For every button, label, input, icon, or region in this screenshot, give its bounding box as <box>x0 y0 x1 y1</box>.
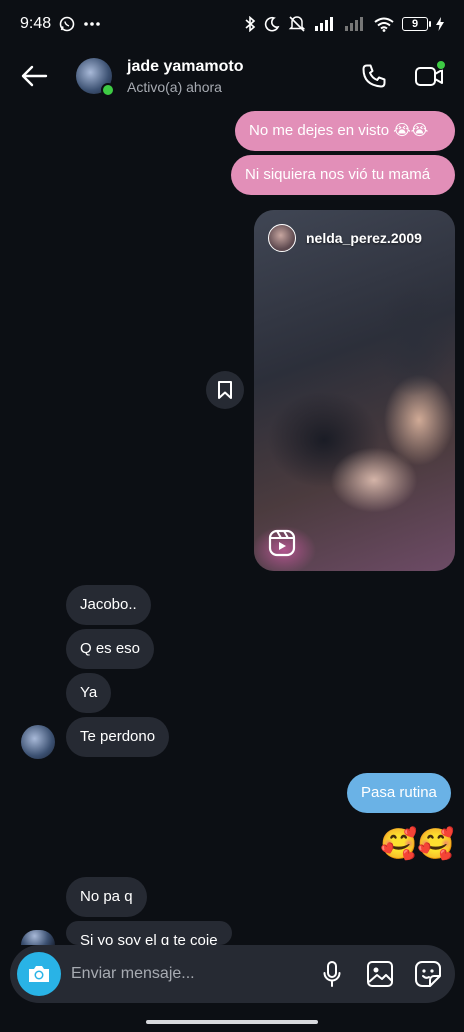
shared-reel[interactable]: nelda_perez.2009 <box>254 210 455 571</box>
message-incoming[interactable]: Jacobo.. <box>66 585 151 625</box>
reels-icon <box>268 529 296 557</box>
online-indicator <box>101 83 115 97</box>
reel-author[interactable]: nelda_perez.2009 <box>268 224 422 252</box>
active-dot <box>436 60 446 70</box>
reel-author-avatar <box>268 224 296 252</box>
message-input[interactable] <box>71 965 315 983</box>
reel-author-name: nelda_perez.2009 <box>306 230 422 246</box>
contact-status: Activo(a) ahora <box>127 78 222 95</box>
bluetooth-icon <box>244 16 256 32</box>
avatar[interactable] <box>21 725 55 759</box>
gallery-button[interactable] <box>363 957 397 991</box>
camera-button[interactable] <box>17 952 61 996</box>
contact-name: jade yamamoto <box>127 57 244 75</box>
home-indicator[interactable] <box>146 1020 318 1024</box>
emoji-message[interactable]: 🥰🥰 <box>380 828 455 862</box>
gallery-icon <box>367 961 393 987</box>
message-incoming[interactable]: No pa q <box>66 877 147 917</box>
reel-thumbnail <box>254 210 455 571</box>
message-incoming[interactable]: Si yo soy el q te coje <box>66 921 232 945</box>
contact-info[interactable]: jade yamamoto Activo(a) ahora <box>127 58 356 95</box>
signal-icon <box>314 17 336 31</box>
chat-header: jade yamamoto Activo(a) ahora <box>0 48 464 104</box>
more-icon <box>83 21 101 27</box>
charging-icon <box>436 17 444 31</box>
battery-icon: 9 <box>402 17 431 31</box>
wifi-icon <box>374 17 394 32</box>
signal-icon <box>344 17 366 31</box>
message-outgoing[interactable]: No me dejes en visto 😭😭 <box>235 111 455 151</box>
message-composer <box>10 945 455 1003</box>
status-time: 9:48 <box>20 15 52 32</box>
status-bar: 9:48 9 <box>0 0 464 48</box>
message-outgoing[interactable]: Pasa rutina <box>347 773 451 813</box>
microphone-icon <box>323 961 341 987</box>
camera-icon <box>29 966 49 982</box>
message-incoming[interactable]: Q es eso <box>66 629 155 669</box>
save-button[interactable] <box>206 371 244 409</box>
back-button[interactable] <box>16 58 52 94</box>
moon-icon <box>264 16 280 32</box>
message-outgoing[interactable]: Ni siquiera nos vió tu mamá <box>231 155 455 195</box>
call-button[interactable] <box>356 58 392 94</box>
back-arrow-icon <box>21 65 48 87</box>
sticker-button[interactable] <box>411 957 445 991</box>
avatar[interactable] <box>76 58 115 97</box>
whatsapp-icon <box>59 16 75 32</box>
avatar[interactable] <box>21 930 55 945</box>
video-call-button[interactable] <box>412 58 448 94</box>
bookmark-icon <box>218 381 232 399</box>
phone-icon <box>362 64 386 88</box>
sticker-icon <box>415 961 441 987</box>
message-incoming[interactable]: Ya <box>66 673 112 713</box>
mute-icon <box>288 16 306 32</box>
voice-button[interactable] <box>315 957 349 991</box>
message-incoming[interactable]: Te perdono <box>66 717 170 757</box>
battery-level: 9 <box>411 18 419 30</box>
